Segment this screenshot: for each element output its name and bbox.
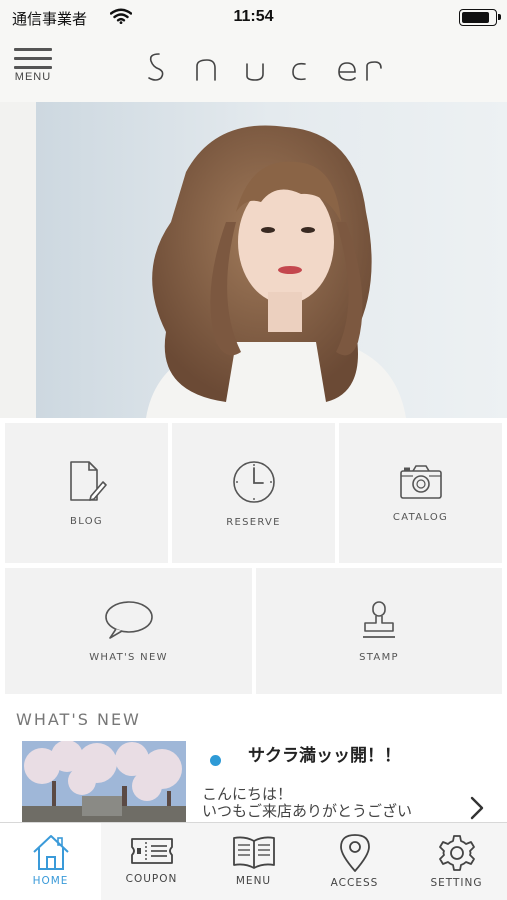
battery-level	[462, 12, 489, 23]
tab-menu[interactable]: MENU	[203, 823, 304, 900]
tab-coupon-label: COUPON	[125, 873, 178, 885]
stamp-tile[interactable]: STAMP	[256, 568, 502, 694]
reserve-tile-label: RESERVE	[226, 516, 281, 528]
app-header: MENU	[0, 36, 507, 102]
hero-gutter	[0, 102, 36, 418]
speech-bubble-icon	[104, 600, 153, 639]
whats-new-tile-label: WHAT'S NEW	[89, 651, 168, 663]
tab-menu-label: MENU	[235, 875, 272, 887]
camera-icon	[399, 464, 442, 499]
tab-coupon[interactable]: COUPON	[101, 823, 202, 900]
feature-grid: BLOG RESERVE CATALOG WHAT'S NEW STAMP	[0, 418, 507, 698]
map-pin-icon	[339, 834, 370, 872]
blog-tile[interactable]: BLOG	[5, 423, 168, 563]
hamburger-icon	[14, 48, 58, 69]
catalog-tile-label: CATALOG	[392, 511, 449, 523]
stamp-tile-label: STAMP	[359, 651, 399, 663]
tab-setting-label: SETTING	[430, 877, 483, 889]
blog-tile-label: BLOG	[70, 515, 103, 527]
status-bar: 通信事業者 11:54	[0, 0, 507, 36]
tab-home[interactable]: HOME	[0, 823, 101, 900]
hero-carousel[interactable]	[0, 102, 507, 418]
house-icon	[32, 835, 69, 870]
news-list-item[interactable]: サクラ満ッッ開！！ こんにちは！ いつもご来店ありがとうござい	[0, 736, 507, 824]
stamp-icon	[363, 600, 395, 638]
ticket-icon	[130, 838, 173, 864]
clock-icon	[232, 460, 275, 503]
battery-icon	[459, 9, 501, 26]
tab-setting[interactable]: SETTING	[406, 823, 507, 900]
catalog-tile[interactable]: CATALOG	[339, 423, 502, 563]
news-excerpt: こんにちは！ いつもご来店ありがとうござい	[202, 785, 413, 820]
clock: 11:54	[233, 8, 274, 25]
tab-access-label: ACCESS	[330, 877, 379, 889]
tab-bar: HOME COUPON MENU ACCESS SETTING	[0, 822, 507, 900]
news-thumbnail	[22, 741, 186, 824]
chevron-right-icon[interactable]	[466, 794, 488, 822]
open-book-icon	[232, 836, 275, 869]
menu-button-label: MENU	[14, 71, 52, 83]
hero-photo	[36, 102, 507, 418]
tab-access[interactable]: ACCESS	[304, 823, 405, 900]
whats-new-heading: WHAT'S NEW	[16, 710, 141, 729]
unread-indicator	[210, 755, 221, 766]
document-pen-icon	[69, 460, 107, 501]
whats-new-tile[interactable]: WHAT'S NEW	[5, 568, 252, 694]
tab-home-label: HOME	[32, 875, 69, 887]
menu-button[interactable]: MENU	[14, 48, 58, 92]
news-title: サクラ満ッッ開！！	[248, 746, 401, 766]
gear-icon	[438, 835, 475, 871]
saucer-logo	[148, 53, 382, 81]
reserve-tile[interactable]: RESERVE	[172, 423, 335, 563]
